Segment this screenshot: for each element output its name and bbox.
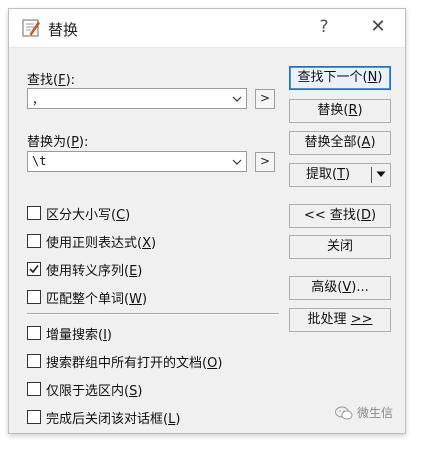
dropdown-arrow-icon[interactable] <box>375 168 387 180</box>
find-options-button[interactable]: > <box>255 89 275 109</box>
option-selection-only[interactable]: 仅限于选区内(S) <box>27 380 142 399</box>
replace-all-button[interactable]: 替换全部(A) <box>289 131 391 155</box>
checkbox[interactable] <box>27 354 41 368</box>
checkbox[interactable] <box>27 326 41 340</box>
option-close-when-done[interactable]: 完成后关闭该对话框(L) <box>27 408 180 427</box>
close-button[interactable]: 关闭 <box>289 235 391 259</box>
checkbox[interactable] <box>27 234 41 248</box>
batch-button[interactable]: 批处理 >> <box>289 308 391 332</box>
find-label: 查找(F): <box>27 73 76 88</box>
chevron-down-icon[interactable] <box>230 155 244 169</box>
title-bar: 替换 ? ✕ <box>9 9 405 48</box>
help-button[interactable]: ? <box>314 17 334 37</box>
check-icon <box>29 265 39 274</box>
checkbox[interactable] <box>27 382 41 396</box>
find-next-button[interactable]: 查找下一个(N) <box>289 66 391 90</box>
screen: 替换 ? ✕ 查找(F): ， > 替换为(P): \t > 区分大小写(C) … <box>0 0 422 451</box>
replace-options-button[interactable]: > <box>255 152 275 172</box>
replace-button[interactable]: 替换(R) <box>289 99 391 123</box>
find-previous-button[interactable]: << 查找(D) <box>289 204 391 228</box>
option-regex[interactable]: 使用正则表达式(X) <box>27 232 156 251</box>
options-divider <box>27 313 279 315</box>
watermark: 微生信 <box>334 404 393 421</box>
chevron-down-icon[interactable] <box>230 92 244 106</box>
option-whole-word[interactable]: 匹配整个单词(W) <box>27 288 147 307</box>
option-match-case[interactable]: 区分大小写(C) <box>27 204 130 223</box>
replace-input[interactable]: \t <box>27 151 247 172</box>
checkbox[interactable] <box>27 410 41 424</box>
app-icon <box>22 19 40 37</box>
checkbox-checked[interactable] <box>27 262 41 276</box>
split-divider <box>371 167 372 183</box>
advanced-button[interactable]: 高级(V)... <box>289 276 391 300</box>
option-escape-sequences[interactable]: 使用转义序列(E) <box>27 260 142 279</box>
wechat-icon <box>334 406 353 419</box>
window-title: 替换 <box>48 21 79 39</box>
find-input-value: ， <box>32 93 45 107</box>
checkbox[interactable] <box>27 206 41 220</box>
close-window-button[interactable]: ✕ <box>368 16 388 37</box>
replace-dialog: 替换 ? ✕ 查找(F): ， > 替换为(P): \t > 区分大小写(C) … <box>8 8 406 434</box>
find-input[interactable]: ， <box>27 88 247 109</box>
watermark-text: 微生信 <box>356 406 393 420</box>
checkbox[interactable] <box>27 290 41 304</box>
replace-input-value: \t <box>32 154 47 168</box>
option-incremental-search[interactable]: 增量搜索(I) <box>27 324 112 343</box>
replace-label: 替换为(P): <box>27 135 89 150</box>
option-search-group-docs[interactable]: 搜索群组中所有打开的文档(O) <box>27 352 222 371</box>
extract-split-button[interactable]: 提取(T) <box>289 163 391 187</box>
